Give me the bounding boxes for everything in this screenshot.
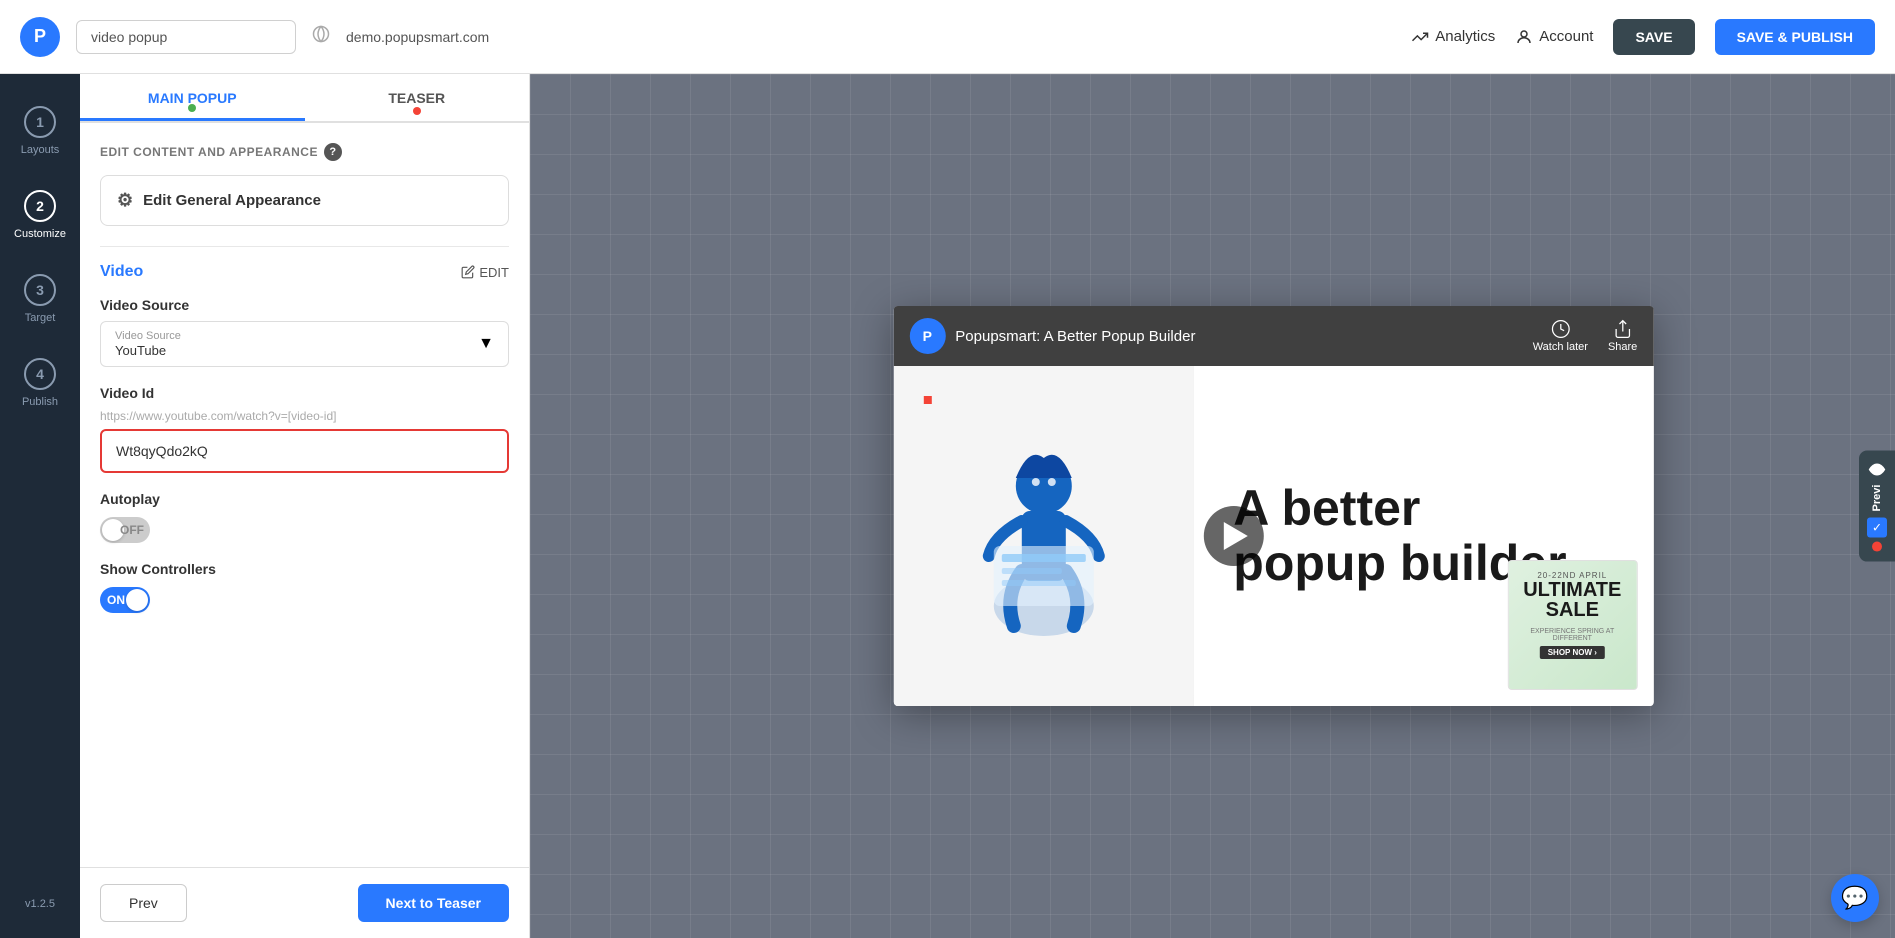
share-action[interactable]: Share: [1608, 319, 1637, 353]
step-publish[interactable]: 4 Publish: [0, 346, 80, 420]
step-2-label: Customize: [14, 228, 66, 240]
controllers-knob: [126, 589, 148, 611]
popup-video-header: P Popupsmart: A Better Popup Builder Wat…: [893, 306, 1653, 366]
popup-preview: ✕ P Popupsmart: A Better Popup Builder W…: [893, 306, 1653, 706]
help-icon[interactable]: ?: [324, 143, 342, 161]
sale-cta: SHOP NOW ›: [1540, 646, 1605, 659]
autoplay-toggle[interactable]: OFF: [100, 517, 150, 543]
tab-main-popup[interactable]: MAIN POPUP: [80, 74, 305, 121]
thumb-right: A better popup builder. 20-22ND APRIL UL…: [1193, 366, 1653, 706]
step-customize[interactable]: 2 Customize: [0, 178, 80, 252]
step-1-label: Layouts: [21, 144, 60, 156]
panel-tabs: MAIN POPUP TEASER: [80, 74, 529, 123]
url-icon: [312, 25, 330, 48]
controllers-label: Show Controllers: [100, 561, 509, 577]
preview-label: Previ: [1871, 485, 1883, 512]
video-source-group: Video Source Video Source YouTube ▼: [100, 297, 509, 367]
controllers-group: Show Controllers ON: [100, 561, 509, 613]
step-3-label: Target: [25, 312, 56, 324]
preview-dot-red: [1872, 541, 1882, 551]
video-source-value: YouTube: [115, 343, 181, 358]
save-publish-button[interactable]: SAVE & PUBLISH: [1715, 19, 1875, 55]
autoplay-label: Autoplay: [100, 491, 509, 507]
edit-appearance-button[interactable]: ⚙ Edit General Appearance: [100, 175, 509, 226]
video-id-group: Video Id https://www.youtube.com/watch?v…: [100, 385, 509, 473]
video-id-input[interactable]: [100, 429, 509, 473]
video-edit-link[interactable]: EDIT: [461, 265, 509, 280]
video-id-label: Video Id: [100, 385, 509, 401]
controllers-toggle[interactable]: ON: [100, 587, 150, 613]
sale-content: 20-22ND APRIL ULTIMATESALE EXPERIENCE SP…: [1508, 561, 1636, 670]
thumb-left: [893, 366, 1193, 706]
account-nav[interactable]: Account: [1515, 28, 1593, 46]
canvas-area: ✕ P Popupsmart: A Better Popup Builder W…: [530, 74, 1895, 938]
autoplay-state: OFF: [120, 523, 144, 537]
preview-toggle-dots: ✓: [1867, 517, 1887, 551]
watch-later-action[interactable]: Watch later: [1533, 319, 1588, 353]
yt-logo: P: [909, 318, 945, 354]
autoplay-toggle-wrap: OFF: [100, 517, 509, 543]
version-label: v1.2.5: [25, 898, 55, 918]
video-section-header: Video EDIT: [100, 263, 509, 281]
step-target[interactable]: 3 Target: [0, 262, 80, 336]
sale-card: 20-22ND APRIL ULTIMATESALE EXPERIENCE SP…: [1507, 560, 1637, 690]
panel-content: EDIT CONTENT AND APPEARANCE ? ⚙ Edit Gen…: [80, 123, 529, 867]
step-layouts[interactable]: 1 Layouts: [0, 94, 80, 168]
topbar: P demo.popupsmart.com Analytics Account …: [0, 0, 1895, 74]
step-4-circle: 4: [24, 358, 56, 390]
campaign-name-input[interactable]: [76, 20, 296, 54]
video-source-label: Video Source: [100, 297, 509, 313]
sale-subtitle: EXPERIENCE SPRING AT DIFFERENT: [1518, 628, 1626, 642]
app-logo: P: [20, 17, 60, 57]
step-2-circle: 2: [24, 190, 56, 222]
controllers-state: ON: [107, 593, 125, 607]
save-button[interactable]: SAVE: [1613, 19, 1694, 55]
video-header-actions: Watch later Share: [1533, 319, 1638, 353]
analytics-nav[interactable]: Analytics: [1411, 28, 1495, 46]
divider: [100, 246, 509, 247]
settings-icon: ⚙: [117, 190, 133, 211]
prev-button[interactable]: Prev: [100, 884, 187, 922]
dropdown-arrow-icon: ▼: [478, 335, 494, 353]
deco-dot-red: [923, 396, 931, 404]
step-3-circle: 3: [24, 274, 56, 306]
site-url: demo.popupsmart.com: [346, 29, 489, 45]
topbar-right: Analytics Account SAVE SAVE & PUBLISH: [1411, 19, 1875, 55]
video-section-title: Video: [100, 263, 143, 281]
panel-footer: Prev Next to Teaser: [80, 867, 529, 938]
step-4-label: Publish: [22, 396, 58, 408]
popup-video-title: Popupsmart: A Better Popup Builder: [955, 328, 1522, 345]
play-button[interactable]: [1203, 506, 1263, 566]
chat-bubble[interactable]: 💬: [1831, 874, 1879, 922]
next-to-teaser-button[interactable]: Next to Teaser: [358, 884, 509, 922]
section-label: EDIT CONTENT AND APPEARANCE ?: [100, 143, 509, 161]
video-source-select[interactable]: Video Source YouTube ▼: [100, 321, 509, 367]
preview-check-blue: ✓: [1867, 517, 1887, 537]
teaser-dot: [413, 107, 421, 115]
main-layout: 1 Layouts 2 Customize 3 Target 4 Publish…: [0, 74, 1895, 938]
popup-thumbnail: A better popup builder. 20-22ND APRIL UL…: [893, 366, 1653, 706]
eye-icon: [1868, 461, 1886, 479]
tab-teaser[interactable]: TEASER: [305, 74, 530, 121]
controllers-toggle-wrap: ON: [100, 587, 509, 613]
video-id-hint: https://www.youtube.com/watch?v=[video-i…: [100, 409, 509, 423]
main-popup-dot: [188, 104, 196, 112]
step-1-circle: 1: [24, 106, 56, 138]
play-triangle: [1223, 522, 1247, 550]
steps-sidebar: 1 Layouts 2 Customize 3 Target 4 Publish…: [0, 74, 80, 938]
sale-title: ULTIMATESALE: [1518, 580, 1626, 620]
autoplay-group: Autoplay OFF: [100, 491, 509, 543]
illustration-svg: [953, 406, 1133, 666]
video-source-inner-label: Video Source: [115, 330, 181, 342]
config-panel: MAIN POPUP TEASER EDIT CONTENT AND APPEA…: [80, 74, 530, 938]
preview-toggle[interactable]: Previ ✓: [1859, 451, 1895, 562]
